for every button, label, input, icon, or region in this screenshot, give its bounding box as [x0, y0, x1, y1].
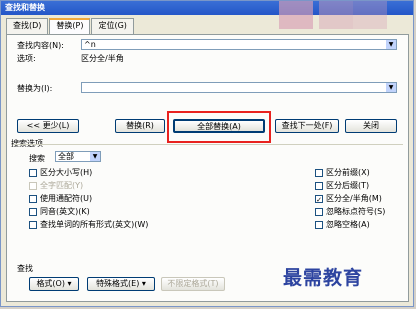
checkbox-box[interactable] [315, 168, 323, 177]
replace-label: 替换为(I): [17, 84, 53, 93]
options-label: 选项: [17, 54, 36, 63]
checkbox-sounds-like[interactable]: 同音(英文)(K) [29, 206, 90, 217]
no-formatting-button: 不限定格式(T) [161, 277, 225, 291]
checkbox-label: 区分前缀(X) [326, 168, 370, 177]
find-label: 查找内容(N): [17, 41, 64, 50]
checkbox-box[interactable] [315, 181, 323, 190]
tab-replace[interactable]: 替换(P) [49, 18, 91, 34]
checkbox-label: 忽略空格(A) [326, 220, 370, 229]
find-input-value: ^n [84, 40, 96, 49]
checkbox-box[interactable] [315, 207, 323, 216]
checkbox-width[interactable]: ✓ 区分全/半角(M) [315, 193, 382, 204]
checkbox-label: 全字匹配(Y) [40, 181, 84, 190]
checkbox-box[interactable] [29, 181, 37, 190]
special-format-button[interactable]: 特殊格式(E) ▾ [87, 277, 155, 291]
less-button[interactable]: << 更少(L) [17, 119, 79, 133]
checkbox-label: 查找单词的所有形式(英文)(W) [40, 220, 149, 229]
checkbox-whole-word[interactable]: 全字匹配(Y) [29, 180, 83, 191]
checkbox-label: 忽略标点符号(S) [326, 207, 386, 216]
chevron-down-icon[interactable]: ▼ [90, 152, 100, 161]
tab-find[interactable]: 查找(D) [6, 18, 49, 34]
checkbox-all-word-forms[interactable]: 查找单词的所有形式(英文)(W) [29, 219, 148, 230]
checkbox-label: 区分全/半角(M) [326, 194, 382, 203]
format-button[interactable]: 格式(O) ▾ [29, 277, 79, 291]
close-button[interactable]: 关闭 [345, 119, 397, 133]
checkbox-ignore-punctuation[interactable]: 忽略标点符号(S) [315, 206, 385, 217]
checkbox-box[interactable] [29, 168, 37, 177]
checkbox-ignore-space[interactable]: 忽略空格(A) [315, 219, 370, 230]
highlight-box [167, 111, 271, 143]
checkbox-label: 区分大小写(H) [40, 168, 93, 177]
checkmark-icon[interactable]: ✓ [315, 194, 323, 204]
checkbox-box[interactable] [29, 207, 37, 216]
chevron-down-icon[interactable]: ▼ [386, 83, 396, 92]
find-input[interactable]: ^n ▼ [81, 39, 397, 50]
checkbox-label: 同音(英文)(K) [40, 207, 90, 216]
checkbox-box[interactable] [315, 220, 323, 229]
tab-bar: 查找(D) 替换(P) 定位(G) [6, 18, 135, 34]
search-label: 搜索 [29, 154, 45, 163]
checkbox-match-case[interactable]: 区分大小写(H) [29, 167, 92, 178]
checkbox-wildcards[interactable]: 使用通配符(U) [29, 193, 92, 204]
find-replace-dialog: 查找和替换 查找(D) 替换(P) 定位(G) 查找内容(N): ^n ▼ 选项… [0, 0, 414, 307]
decorative-block [279, 1, 313, 29]
checkbox-match-prefix[interactable]: 区分前缀(X) [315, 167, 370, 178]
find-next-button[interactable]: 查找下一处(F) [275, 119, 339, 133]
watermark-logo: 最需教育 [283, 267, 364, 289]
replace-input[interactable]: ▼ [81, 82, 397, 93]
search-scope-value: 全部 [58, 152, 74, 161]
tab-goto[interactable]: 定位(G) [91, 18, 134, 34]
checkbox-label: 使用通配符(U) [40, 194, 93, 203]
checkbox-label: 区分后缀(T) [326, 181, 370, 190]
decorative-block [353, 1, 387, 29]
search-scope-select[interactable]: 全部 ▼ [55, 151, 101, 162]
checkbox-box[interactable] [29, 194, 37, 203]
options-value: 区分全/半角 [81, 54, 124, 63]
chevron-down-icon[interactable]: ▼ [386, 40, 396, 49]
checkbox-box[interactable] [29, 220, 37, 229]
decorative-block [319, 1, 353, 29]
bottom-section-label: 查找 [17, 264, 33, 273]
checkbox-match-suffix[interactable]: 区分后缀(T) [315, 180, 369, 191]
replace-button[interactable]: 替换(R) [115, 119, 165, 133]
